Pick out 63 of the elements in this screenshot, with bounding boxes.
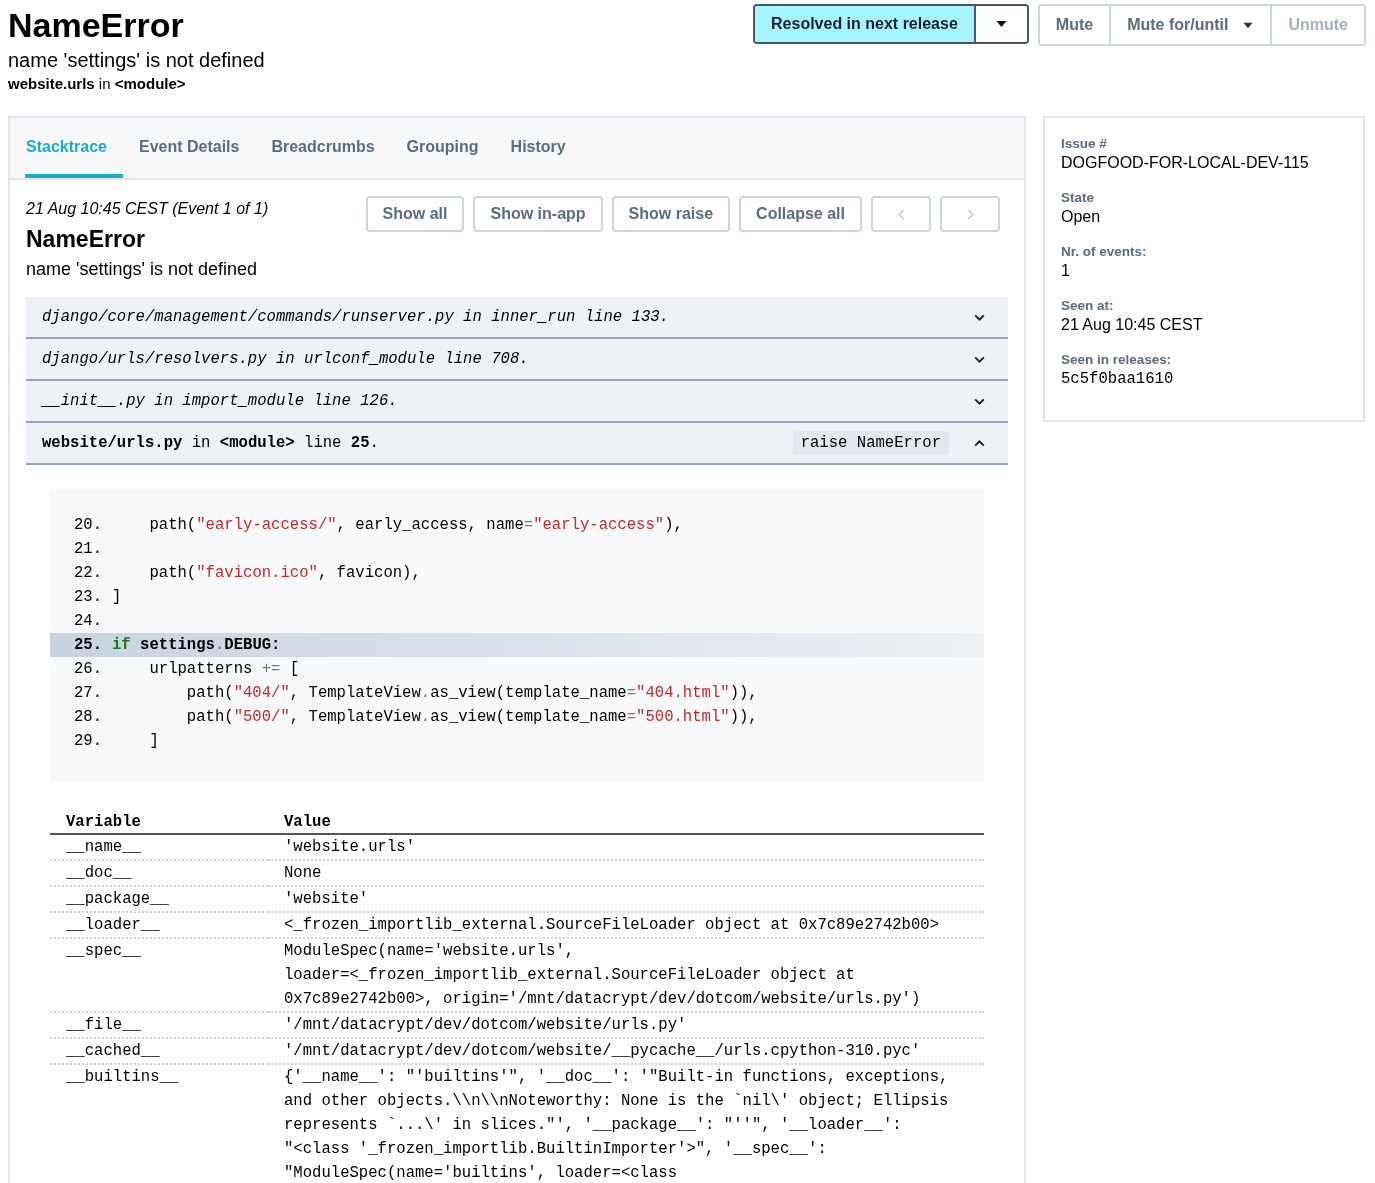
caret-icon (994, 18, 1008, 29)
code-line: 27. path("404/", TemplateView.as_view(template_name="404.html")), (73, 683, 759, 704)
dropdown-button[interactable] (973, 6, 1027, 42)
variable-name: __name__ (50, 834, 268, 860)
issue-title: NameError (8, 5, 185, 45)
issue-message: name 'settings' is not defined (8, 48, 265, 73)
variable-name: __cached__ (50, 1038, 268, 1064)
field-label: Seen at: (1061, 298, 1115, 313)
tab[interactable]: History (494, 118, 582, 178)
tab[interactable]: Event Details (122, 118, 256, 178)
variable-name: __file__ (50, 1012, 268, 1038)
field-value: 5c5f0baa1610 (1061, 370, 1175, 388)
tab[interactable]: Grouping (390, 118, 495, 178)
variable-value: '/mnt/datacrypt/dev/dotcom/website/__pycache__/urls.cpython-310.pyc' (268, 1038, 984, 1064)
code-line: 29. ] (73, 731, 160, 752)
code-line: 26. urlpatterns += [ (73, 659, 301, 680)
frame-location: website/urls.py in <module> line 25. (42, 434, 380, 452)
variable-value: 'website.urls' (268, 834, 984, 860)
variable-value: <_frozen_importlib_external.SourceFileLoader object at 0x7c89e2742b00> (268, 912, 984, 938)
column-header: Value (268, 811, 984, 834)
variable-name: __loader__ (50, 912, 268, 938)
event-timestamp: 21 Aug 10:45 CEST (Event 1 of 1) (26, 199, 269, 218)
frame-location: django/urls/resolvers.py in urlconf_module line 708. (42, 350, 530, 368)
field-label: Issue # (1061, 136, 1108, 151)
variable-name: __package__ (50, 886, 268, 912)
variable-value: {'__name__': "'builtins'", '__doc__': '"Built-in functions, exceptions, and other objects.\\n\\nNoteworthy: None is the `nil\' object; Ellipsis represents `...\' in slices."', '__package__': "''", '__loader__': "<class '_frozen_importlib.BuiltinImporter'>", '__spec__': "ModuleSpec(name='builtins', loader=<class (268, 1064, 984, 1183)
resolve-button[interactable]: Resolved in next release (755, 6, 974, 42)
frame-header[interactable]: django/urls/resolvers.py in urlconf_module line 708. (26, 339, 1008, 381)
event-message: name 'settings' is not defined (26, 259, 258, 280)
frame-location: __init__.py in import_module line 126. (42, 392, 399, 410)
variable-value: ModuleSpec(name='website.urls', loader=<_frozen_importlib_external.SourceFileLoader object at 0x7c89e2742b00>, origin='/mnt/datacrypt/dev/dotcom/website/urls.py') (268, 938, 984, 1012)
field-value: DOGFOOD-FOR-LOCAL-DEV-115 (1061, 154, 1310, 172)
code-line: 22. path("favicon.ico", favicon), (73, 563, 422, 584)
frame-header[interactable]: __init__.py in import_module line 126. (26, 381, 1008, 423)
variable-value: '/mnt/datacrypt/dev/dotcom/website/urls.py' (268, 1012, 984, 1038)
field-label: Nr. of events: (1061, 244, 1148, 259)
frame-filter-button[interactable]: Show in-app (473, 196, 603, 232)
issue-location: website.urls in <module> (8, 75, 187, 92)
frame-filter-button[interactable]: Collapse all (739, 196, 862, 232)
frame-filter-button[interactable]: Show raise (611, 196, 731, 232)
code-line: 28. path("500/", TemplateView.as_view(template_name="500.html")), (73, 707, 759, 728)
frame-filter-button[interactable]: Show all (365, 196, 465, 232)
field-value: 21 Aug 10:45 CEST (1061, 316, 1204, 334)
field-value: Open (1061, 208, 1102, 226)
frame-header[interactable]: website/urls.py in <module> line 25. raise NameError (26, 423, 1008, 465)
field-value: 1 (1061, 262, 1071, 280)
variable-name: __doc__ (50, 860, 268, 886)
variable-value: None (268, 860, 984, 886)
event-title: NameError (26, 226, 146, 253)
field-label: Seen in releases: (1061, 352, 1173, 367)
field-label: State (1061, 190, 1095, 205)
code-line: 20. path("early-access/", early_access, name="early-access"), (73, 515, 684, 536)
frame-header[interactable]: django/core/management/commands/runserver.py in inner_run line 133. (26, 297, 1008, 339)
variable-name: __builtins__ (50, 1064, 268, 1183)
variable-value: 'website' (268, 886, 984, 912)
code-line: 23. ] (73, 587, 123, 608)
code-line: 24. (73, 611, 104, 632)
variable-name: __spec__ (50, 938, 268, 1012)
exception-badge: raise NameError (792, 431, 949, 455)
code-line: 21. (73, 539, 104, 560)
frame-location: django/core/management/commands/runserver.py in inner_run line 133. (42, 308, 670, 326)
tab[interactable]: Breadcrumbs (255, 118, 391, 178)
column-header: Variable (50, 811, 268, 834)
